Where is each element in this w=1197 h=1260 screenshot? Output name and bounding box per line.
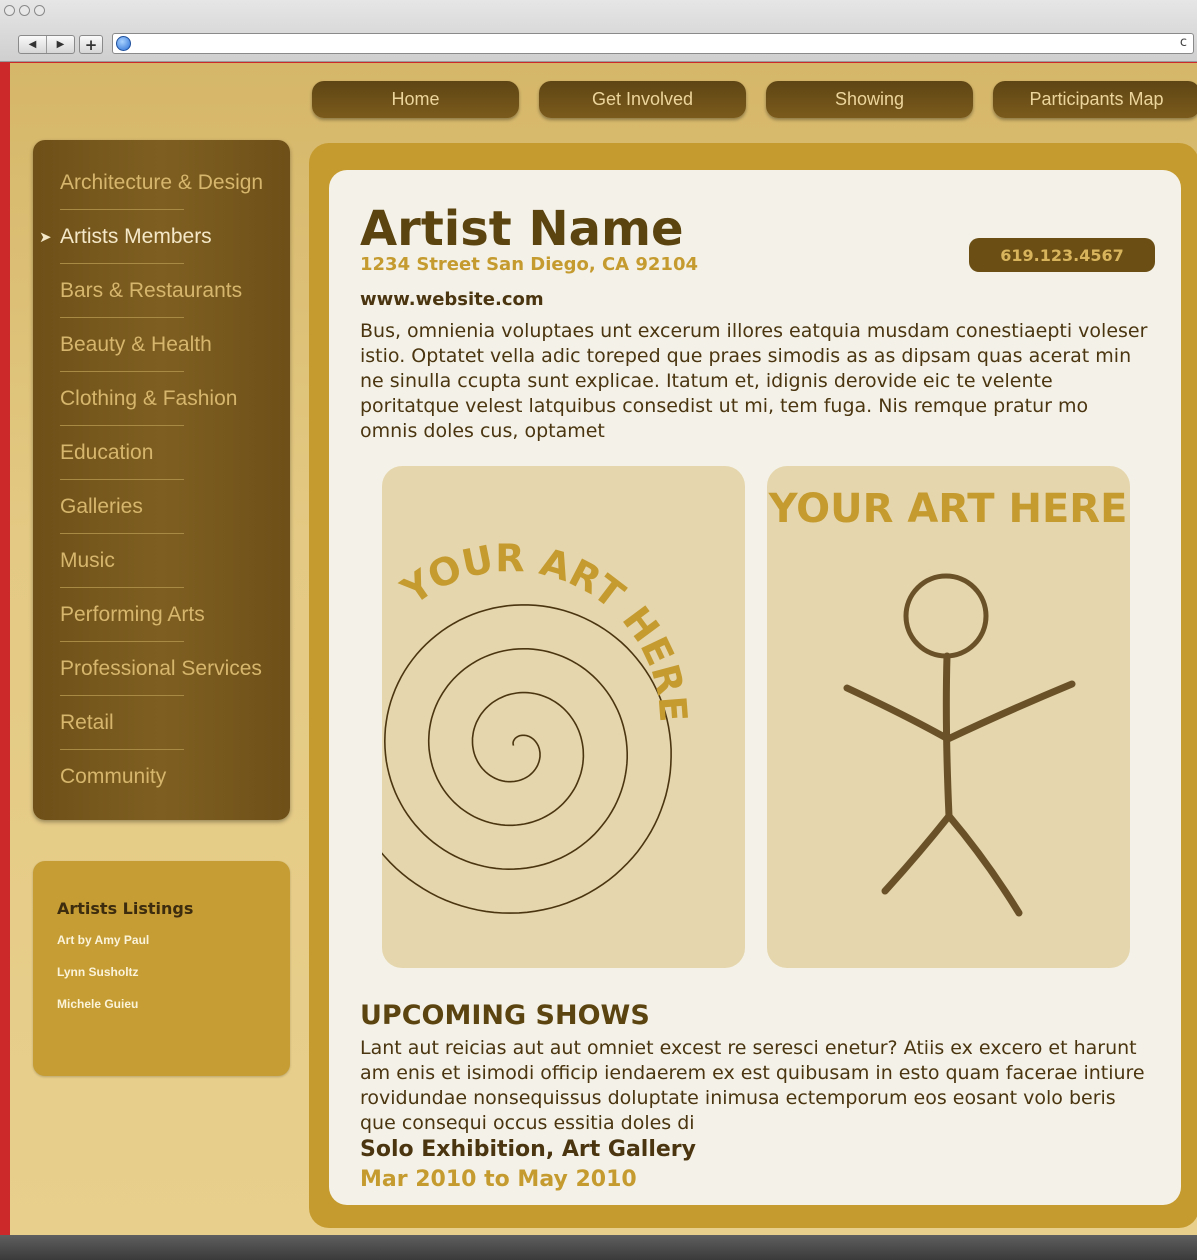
sidebar-item-architecture-design[interactable]: Architecture & Design: [33, 156, 290, 210]
sidebar-item-education[interactable]: Education: [33, 426, 290, 480]
minimize-window-button[interactable]: [19, 5, 30, 16]
show-name: Solo Exhibition, Art Gallery: [360, 1137, 696, 1162]
stick-figure-right-leg: [945, 812, 1023, 917]
web-page: Home Get Involved Showing Participants M…: [10, 63, 1197, 1235]
sidebar-item-professional-services[interactable]: Professional Services: [33, 642, 290, 696]
art-placeholder-curved-text: YOUR ART HERE: [393, 536, 696, 723]
upcoming-shows-text: Lant aut reicias aut aut omniet excest r…: [360, 1037, 1145, 1134]
art-placeholder-text: YOUR ART HERE: [393, 536, 696, 723]
sidebar-item-beauty-health[interactable]: Beauty & Health: [33, 318, 290, 372]
stick-figure-art-image: YOUR ART HERE: [768, 486, 1128, 917]
website-link[interactable]: www.website.com: [360, 289, 544, 310]
sidebar-item-artists-members[interactable]: ➤ Artists Members: [33, 210, 290, 264]
artist-bio: Bus, omnienia voluptaes unt excerum illo…: [360, 320, 1148, 442]
sidebar-item-label: Community: [60, 765, 167, 788]
nav-home[interactable]: Home: [312, 81, 519, 118]
listings-title: Artists Listings: [57, 899, 194, 918]
category-sidebar: Architecture & Design ➤ Artists Members B…: [33, 140, 290, 820]
globe-icon: [116, 36, 131, 51]
browser-toolbar: ◀ ▶ + c: [0, 0, 1197, 62]
listing-link[interactable]: Lynn Susholtz: [57, 965, 290, 979]
art-panel-stick-figure: YOUR ART HERE: [767, 466, 1130, 968]
artists-listings-box: Artists Listings Art by Amy Paul Lynn Su…: [33, 861, 290, 1076]
active-arrow-icon: ➤: [39, 229, 52, 246]
spiral-art-image: YOUR ART HERE: [382, 536, 696, 914]
stick-figure-head: [903, 573, 989, 659]
address-bar[interactable]: c: [112, 33, 1194, 54]
stick-figure-left-leg: [881, 812, 953, 895]
reload-icon[interactable]: c: [1180, 35, 1187, 50]
main-content-frame: Artist Name 1234 Street San Diego, CA 92…: [309, 143, 1197, 1228]
sidebar-item-label: Artists Members: [60, 225, 212, 248]
art-placeholder-text-2: YOUR ART HERE: [768, 486, 1128, 532]
forward-button[interactable]: ▶: [47, 36, 74, 53]
close-window-button[interactable]: [4, 5, 15, 16]
sidebar-item-community[interactable]: Community: [33, 750, 290, 804]
sidebar-item-bars-restaurants[interactable]: Bars & Restaurants: [33, 264, 290, 318]
back-forward-group: ◀ ▶: [18, 35, 75, 54]
sidebar-item-label: Galleries: [60, 495, 143, 518]
add-bookmark-button[interactable]: +: [79, 35, 103, 54]
sidebar-item-label: Clothing & Fashion: [60, 387, 238, 410]
navigation-buttons: ◀ ▶ +: [18, 35, 103, 54]
back-button[interactable]: ◀: [19, 36, 47, 53]
sidebar-item-label: Education: [60, 441, 154, 464]
nav-showing[interactable]: Showing: [766, 81, 973, 118]
browser-status-bar: [0, 1235, 1197, 1260]
phone-badge: 619.123.4567: [969, 238, 1155, 272]
art-panel-spiral: YOUR ART HERE: [382, 466, 745, 968]
sidebar-item-label: Beauty & Health: [60, 333, 212, 356]
sidebar-item-clothing-fashion[interactable]: Clothing & Fashion: [33, 372, 290, 426]
stick-figure: [843, 573, 1076, 917]
sidebar-item-label: Architecture & Design: [60, 171, 264, 194]
nav-get-involved[interactable]: Get Involved: [539, 81, 746, 118]
upcoming-shows-title: UPCOMING SHOWS: [360, 1000, 650, 1031]
zoom-window-button[interactable]: [34, 5, 45, 16]
sidebar-item-label: Music: [60, 549, 115, 572]
sidebar-item-performing-arts[interactable]: Performing Arts: [33, 588, 290, 642]
sidebar-item-retail[interactable]: Retail: [33, 696, 290, 750]
nav-participants-map[interactable]: Participants Map: [993, 81, 1197, 118]
show-dates: Mar 2010 to May 2010: [360, 1167, 637, 1192]
stick-figure-arms: [843, 680, 1076, 743]
sidebar-item-label: Performing Arts: [60, 603, 205, 626]
listing-link[interactable]: Michele Guieu: [57, 997, 290, 1011]
artist-name: Artist Name: [360, 201, 684, 257]
spiral-line: [382, 604, 672, 914]
window-controls: [4, 5, 45, 16]
sidebar-item-music[interactable]: Music: [33, 534, 290, 588]
artist-address: 1234 Street San Diego, CA 92104: [360, 254, 698, 275]
listing-link[interactable]: Art by Amy Paul: [57, 933, 290, 947]
sidebar-item-galleries[interactable]: Galleries: [33, 480, 290, 534]
sidebar-item-label: Professional Services: [60, 657, 262, 680]
sidebar-item-label: Retail: [60, 711, 114, 734]
artist-card: Artist Name 1234 Street San Diego, CA 92…: [329, 170, 1181, 1205]
sidebar-item-label: Bars & Restaurants: [60, 279, 243, 302]
top-navigation: Home Get Involved Showing Participants M…: [312, 81, 1197, 118]
